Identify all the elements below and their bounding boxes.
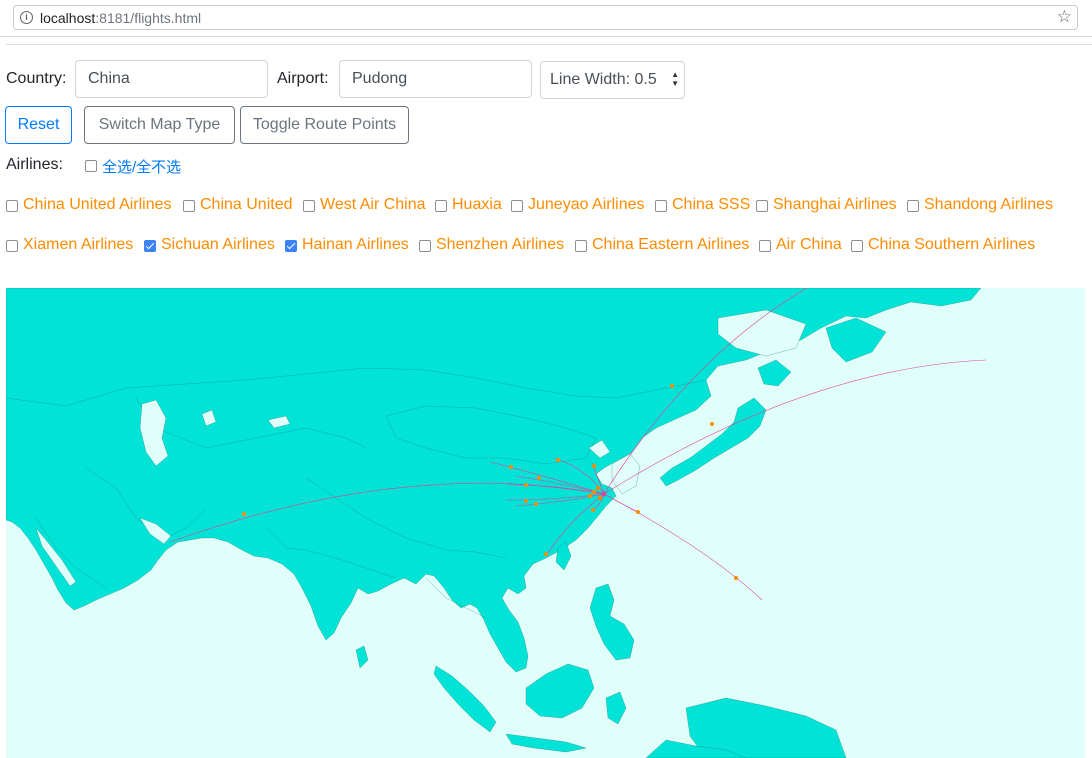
country-label: Country: [6,70,67,87]
airline-checkbox[interactable] [655,200,667,212]
select-arrows-icon: ▲ ▼ [671,70,679,88]
toggle-route-points-button[interactable]: Toggle Route Points [240,106,409,144]
route-point [587,493,593,499]
route-map[interactable] [6,288,1085,758]
java-island [505,733,587,753]
airline-label[interactable]: Huaxia [452,196,502,214]
route-point [591,489,597,495]
line-width-select[interactable]: Line Width: 0.5 ▲ ▼ [540,61,685,99]
route-point [509,465,513,469]
sumatra-island [433,665,497,733]
route-point [524,483,528,487]
browser-address-bar: i localhost:8181/flights.html ☆ [0,0,1092,37]
airline-label[interactable]: West Air China [320,196,426,214]
toggle-all-link[interactable]: 全选/全不选 [102,156,181,177]
airline-label[interactable]: Shandong Airlines [924,196,1053,214]
sulawesi-island [605,691,627,725]
route-point [544,552,548,556]
airline-checkbox[interactable] [435,200,447,212]
airline-label[interactable]: China SSS [672,196,750,214]
airline-checkbox[interactable] [183,200,195,212]
airline-label[interactable]: China Southern Airlines [868,236,1035,254]
star-icon[interactable]: ☆ [1057,7,1072,27]
airline-checkbox[interactable] [511,200,523,212]
airline-checkbox[interactable] [907,200,919,212]
airline-checkbox[interactable] [851,240,863,252]
airline-label[interactable]: Xiamen Airlines [23,236,133,254]
hokkaido-island [757,359,792,387]
line-width-value: Line Width: 0.5 [550,71,657,88]
country-input[interactable] [75,60,268,98]
airline-checkbox[interactable] [285,240,297,252]
airline-label[interactable]: Shenzhen Airlines [436,236,564,254]
airline-checkbox[interactable] [419,240,431,252]
url-field[interactable]: i localhost:8181/flights.html ☆ [13,5,1078,30]
airline-label[interactable]: Juneyao Airlines [528,196,645,214]
airline-checkbox[interactable] [144,240,156,252]
borneo-island [525,663,595,719]
route-line [603,493,763,601]
airline-checkbox[interactable] [756,200,768,212]
route-point [591,508,595,512]
airline-label[interactable]: Shanghai Airlines [773,196,897,214]
airline-checkbox[interactable] [6,240,18,252]
route-point [636,510,640,514]
airport-label: Airport: [277,70,329,87]
toggle-all-checkbox[interactable] [85,160,97,172]
airline-label[interactable]: Air China [776,236,842,254]
route-point [537,476,541,480]
route-point [597,495,603,501]
airlines-label: Airlines: [6,156,63,173]
route-point [595,485,601,491]
route-point [534,502,538,506]
airline-checkbox[interactable] [6,200,18,212]
airline-label[interactable]: China Eastern Airlines [592,236,749,254]
airline-label[interactable]: China United Airlines [23,196,172,214]
sri-lanka-island [355,645,369,669]
airline-label[interactable]: China United [200,196,293,214]
info-icon[interactable]: i [20,11,33,24]
airport-input[interactable] [339,60,532,98]
route-point [734,576,738,580]
airline-checkbox[interactable] [303,200,315,212]
airline-label[interactable]: Hainan Airlines [302,236,409,254]
url-text: localhost:8181/flights.html [40,10,202,26]
route-point [524,499,528,503]
airline-label[interactable]: Sichuan Airlines [161,236,275,254]
route-point [242,512,246,516]
pudong-hub-point [601,491,607,497]
divider [6,44,1092,45]
map-svg [6,288,987,758]
airline-checkbox[interactable] [575,240,587,252]
reset-button[interactable]: Reset [5,106,72,144]
switch-map-type-button[interactable]: Switch Map Type [84,106,235,144]
airline-checkbox[interactable] [759,240,771,252]
philippines-islands [589,583,635,661]
kamchatka [825,317,887,363]
route-point [592,464,596,468]
route-point [556,458,560,462]
route-point [670,384,674,388]
route-point [710,422,714,426]
